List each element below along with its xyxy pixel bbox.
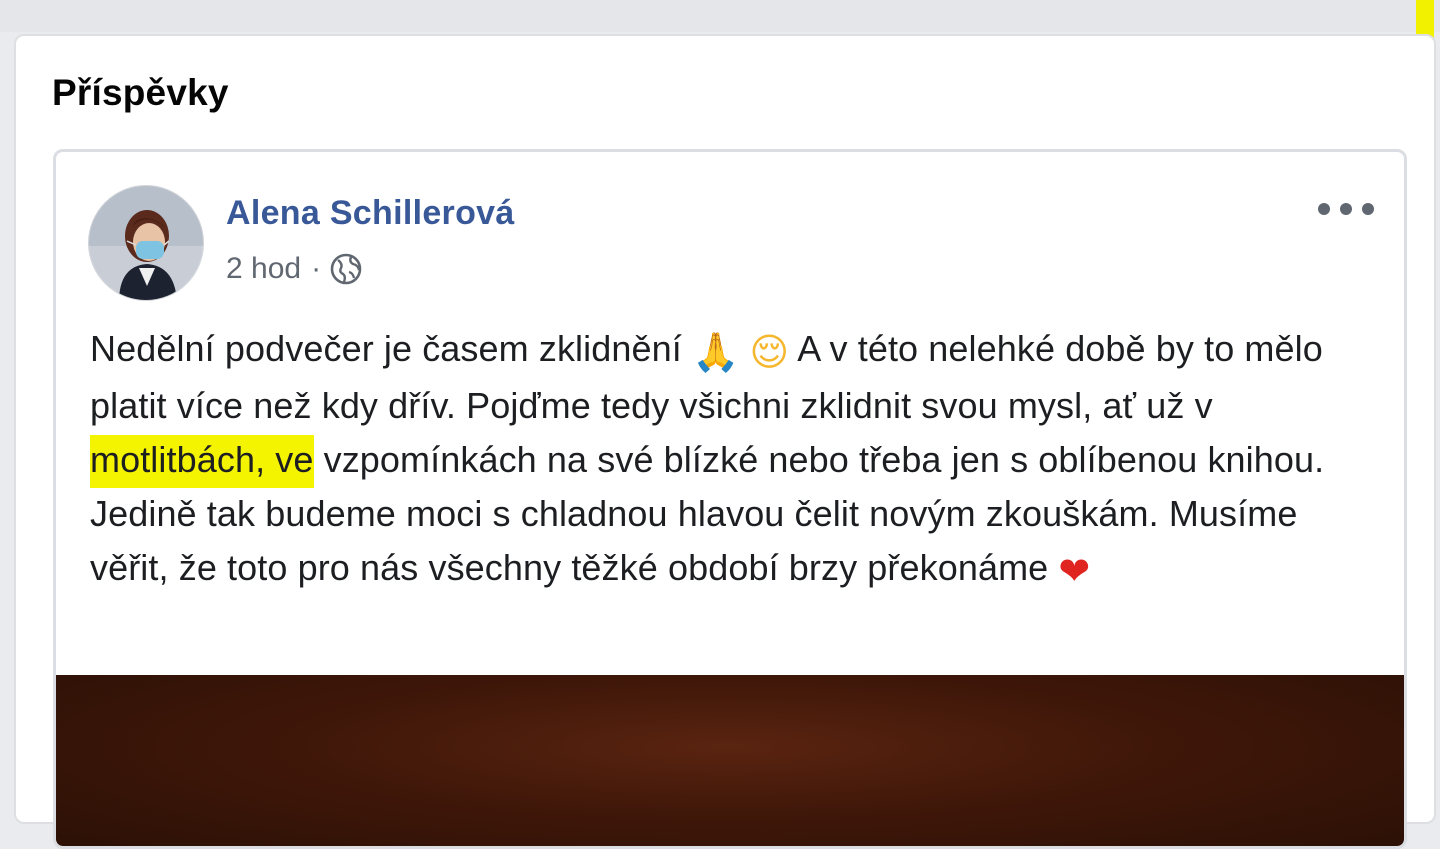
more-dot-icon bbox=[1340, 203, 1352, 215]
post-text-part: Nedělní podvečer je časem zklidnění bbox=[90, 328, 692, 369]
post-text: Nedělní podvečer je časem zklidnění 🙏 😌 … bbox=[90, 322, 1380, 598]
more-dot-icon bbox=[1362, 203, 1374, 215]
post-timestamp[interactable]: 2 hod bbox=[226, 252, 301, 286]
pray-emoji-icon: 🙏 bbox=[691, 330, 740, 374]
section-title: Příspěvky bbox=[52, 72, 229, 113]
post-image[interactable] bbox=[56, 675, 1404, 846]
post-meta: 2 hod · bbox=[226, 252, 363, 286]
avatar-image bbox=[89, 186, 203, 300]
highlighted-text: motlitbách, ve bbox=[90, 435, 314, 488]
more-dot-icon bbox=[1318, 203, 1330, 215]
author-name[interactable]: Alena Schillerová bbox=[226, 194, 515, 233]
globe-icon[interactable] bbox=[329, 252, 363, 286]
more-options-button[interactable] bbox=[1318, 194, 1374, 224]
author-avatar[interactable] bbox=[88, 185, 204, 301]
relieved-emoji-icon: 😌 bbox=[749, 330, 790, 374]
post-card: Alena Schillerová 2 hod · Nedělní podveč… bbox=[53, 149, 1407, 849]
heart-emoji-icon: ❤ bbox=[1058, 549, 1091, 593]
meta-separator: · bbox=[311, 252, 322, 285]
posts-panel: Příspěvky Alena Schillerová 2 hod · Nedě… bbox=[14, 34, 1436, 849]
top-strip bbox=[0, 0, 1440, 32]
